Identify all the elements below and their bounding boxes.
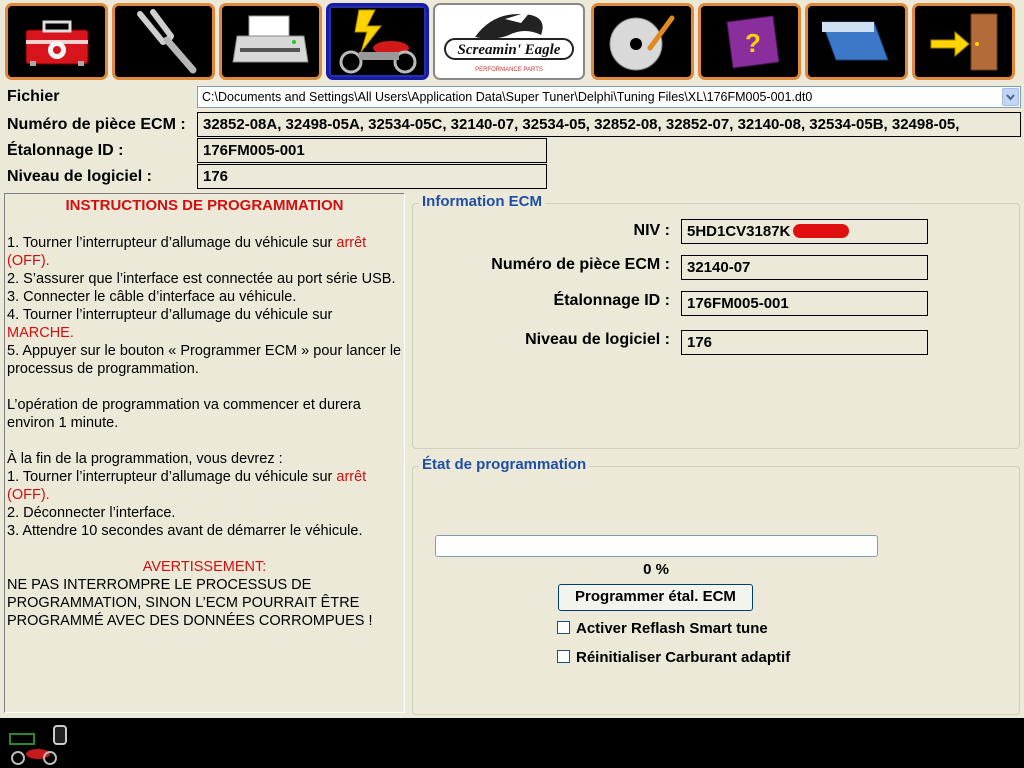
warning-text: NE PAS INTERROMPRE LE PROCESSUS DE PROGR… [7, 577, 373, 629]
calibration-label: Étalonnage ID : [7, 142, 124, 159]
program-ecm-tab-button[interactable] [326, 3, 429, 80]
software-level-label: Niveau de logiciel : [7, 168, 152, 185]
instruction-step-1: 1. Tourner l’interrupteur d’allumage du … [7, 235, 367, 269]
redacted-mark [792, 224, 849, 238]
exit-door-icon [930, 13, 998, 71]
warning-title: AVERTISSEMENT: [142, 559, 267, 575]
software-level-field: 176 [197, 164, 547, 189]
progress-bar [435, 535, 878, 557]
after-step-1: 1. Tourner l’interrupteur d’allumage du … [7, 469, 367, 503]
ecm-part-info-label: Numéro de pièce ECM : [491, 256, 670, 273]
calibration-info-label: Étalonnage ID : [553, 292, 670, 309]
tuning-fork-icon [137, 9, 197, 74]
instruction-step-3: 3. Connecter le câble d’interface au véh… [7, 289, 297, 305]
burn-cd-button[interactable] [591, 3, 694, 80]
reflash-smart-tune-label: Activer Reflash Smart tune [576, 620, 768, 637]
print-button[interactable] [219, 3, 322, 80]
after-programming-title: À la fin de la programmation, vous devre… [7, 451, 283, 467]
vin-field: 5HD1CV3187K [681, 219, 928, 244]
ecm-part-field: 32852-08A, 32498-05A, 32534-05C, 32140-0… [197, 112, 1021, 137]
calibration-info-field: 176FM005-001 [681, 291, 928, 316]
calibration-field: 176FM005-001 [197, 138, 547, 163]
chevron-down-icon[interactable] [1002, 88, 1019, 106]
instructions-panel: INSTRUCTIONS DE PROGRAMMATION 1. Tourner… [4, 193, 405, 713]
exit-button[interactable] [912, 3, 1015, 80]
toolbar: Screamin' Eagle PERFORMANCE PARTS ? [0, 0, 1024, 84]
printer-icon [232, 15, 309, 63]
instruction-step-2: 2. S’assurer que l’interface est connect… [7, 271, 396, 287]
reflash-smart-tune-checkbox[interactable] [557, 621, 570, 634]
svg-text:?: ? [745, 28, 761, 58]
help-button[interactable]: ? [698, 3, 801, 80]
progress-percent: 0 % [643, 561, 669, 578]
instruction-duration: L’opération de programmation va commence… [7, 397, 361, 431]
window-icon [821, 21, 889, 61]
reflash-smart-tune-option[interactable]: Activer Reflash Smart tune [557, 620, 768, 637]
vin-label: NIV : [633, 222, 670, 239]
cd-write-icon [609, 15, 675, 71]
file-label: Fichier [7, 88, 60, 105]
software-info-label: Niveau de logiciel : [525, 331, 670, 348]
instruction-step-4: 4. Tourner l’interrupteur d’allumage du … [7, 307, 333, 341]
file-select[interactable]: C:\Documents and Settings\All Users\Appl… [197, 86, 1021, 108]
programming-title: État de programmation [419, 456, 590, 473]
tuning-fork-button[interactable] [112, 3, 215, 80]
svg-text:Screamin' Eagle: Screamin' Eagle [458, 42, 561, 58]
help-book-icon: ? [726, 15, 780, 69]
ecm-part-info-field: 32140-07 [681, 255, 928, 280]
motorcycle-lightning-icon [339, 9, 417, 74]
screamin-eagle-logo: Screamin' Eagle PERFORMANCE PARTS [433, 3, 585, 80]
window-button[interactable] [805, 3, 908, 80]
eagle-logo-icon: Screamin' Eagle PERFORMANCE PARTS [444, 11, 574, 73]
reset-adaptive-fuel-option[interactable]: Réinitialiser Carburant adaptif [557, 649, 790, 666]
status-bar [0, 718, 1024, 768]
after-step-2: 2. Déconnecter l’interface. [7, 505, 176, 521]
motorcycle-connection-icon [9, 725, 67, 765]
ecm-info-title: Information ECM [419, 193, 545, 210]
instruction-step-5: 5. Appuyer sur le bouton « Programmer EC… [7, 343, 402, 377]
program-ecm-button[interactable]: Programmer étal. ECM [558, 584, 753, 611]
software-info-field: 176 [681, 330, 928, 355]
reset-adaptive-fuel-label: Réinitialiser Carburant adaptif [576, 649, 791, 666]
ecm-part-label: Numéro de pièce ECM : [7, 116, 186, 133]
after-step-3: 3. Attendre 10 secondes avant de démarre… [7, 523, 363, 539]
instructions-title: INSTRUCTIONS DE PROGRAMMATION [65, 197, 344, 214]
reset-adaptive-fuel-checkbox[interactable] [557, 650, 570, 663]
toolbox-icon [25, 20, 89, 66]
vin-value: 5HD1CV3187K [687, 223, 791, 240]
toolbox-button[interactable] [5, 3, 108, 80]
svg-text:PERFORMANCE PARTS: PERFORMANCE PARTS [475, 67, 543, 73]
file-path-value: C:\Documents and Settings\All Users\Appl… [202, 90, 813, 104]
